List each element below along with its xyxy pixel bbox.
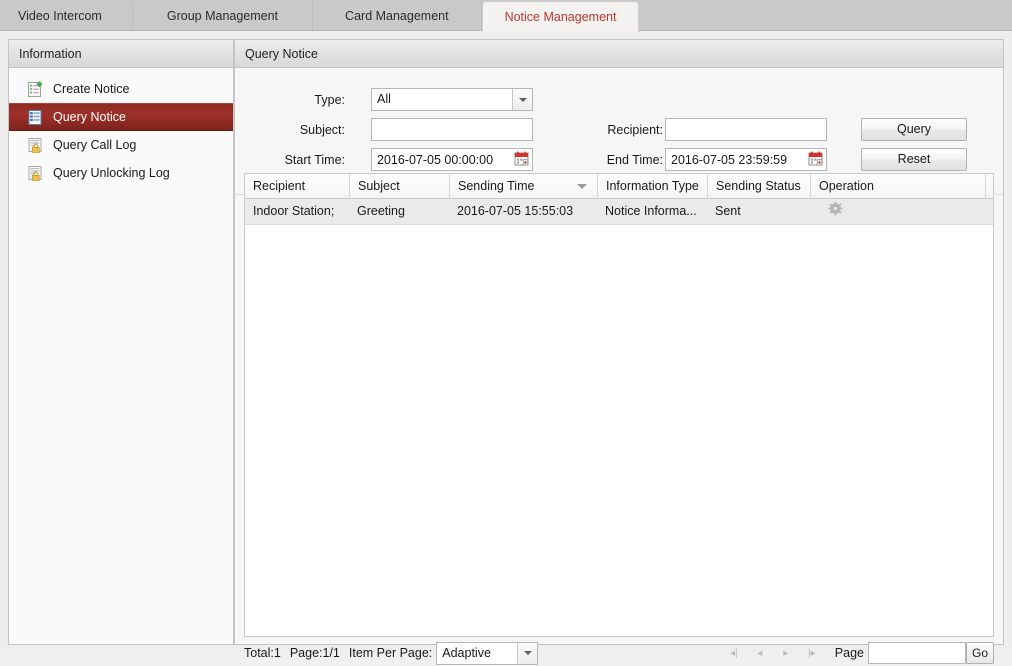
item-per-page-select[interactable]: Adaptive [436,641,539,665]
first-page-icon[interactable]: ◂| [721,643,747,663]
page-navigation: ◂| ◂ ▸ |▸ Page Go [721,642,994,664]
information-panel: Information Create Notice Query Notice Q… [8,39,234,645]
calendar-icon[interactable] [808,151,824,167]
page-input[interactable] [867,642,966,664]
chevron-down-icon [517,642,538,664]
sidebar-menu: Create Notice Query Notice Query Call Lo… [9,68,233,187]
recipient-input[interactable] [665,118,827,141]
sort-descending-icon [577,183,587,189]
cell-sending-status: Sent [715,204,741,218]
sidebar-item-create-notice[interactable]: Create Notice [9,75,233,103]
cell-operation [810,199,985,224]
column-header-sending-status[interactable]: Sending Status [707,174,810,199]
type-select-value: All [377,92,391,106]
end-time-input[interactable] [665,148,827,171]
column-header-spacer [985,174,993,199]
tab-group-management[interactable]: Group Management [133,1,314,31]
column-header-recipient[interactable]: Recipient [245,174,349,199]
page-label: Page [834,646,864,660]
subject-label: Subject: [299,123,345,137]
recipient-label: Recipient: [607,123,663,137]
tab-label: Video Intercom [18,9,102,23]
table-body: Indoor Station; Greeting 2016-07-05 15:5… [245,199,993,225]
go-button[interactable]: Go [965,642,994,664]
query-call-log-icon [27,137,44,154]
start-time-label: Start Time: [284,153,345,167]
sidebar-item-query-call-log[interactable]: Query Call Log [9,131,233,159]
sidebar-item-query-notice[interactable]: Query Notice [9,103,233,131]
gear-icon[interactable] [828,200,843,224]
column-header-operation[interactable]: Operation [810,174,985,199]
panel-title: Query Notice [245,47,318,61]
create-notice-icon [27,81,44,98]
sidebar-item-label: Query Call Log [53,137,137,152]
tab-video-intercom[interactable]: Video Intercom [0,1,133,31]
type-select[interactable]: All [371,88,533,111]
subject-input[interactable] [371,118,533,141]
sidebar-item-label: Query Notice [53,109,126,124]
column-header-label: Subject [358,178,400,193]
tab-strip: Video Intercom Group Management Card Man… [0,0,1012,32]
cell-subject: Greeting [357,204,405,218]
column-header-label: Sending Status [716,178,801,193]
query-notice-panel: Query Notice Type: All Subject: Recipien… [234,39,1004,665]
cell-information-type: Notice Informa... [605,204,697,218]
query-button[interactable]: Query [861,118,967,141]
column-header-label: Sending Time [458,178,535,193]
table-header-row: Recipient Subject Sending Time Informati… [245,174,993,199]
last-page-icon[interactable]: |▸ [799,643,825,663]
query-notice-panel-header: Query Notice [235,40,1003,68]
page-indicator: Page:1/1 [289,646,340,660]
table-row[interactable]: Indoor Station; Greeting 2016-07-05 15:5… [245,199,993,225]
query-unlocking-log-icon [27,165,44,182]
cell-recipient: Indoor Station; [253,204,335,218]
chevron-down-icon [512,89,532,110]
prev-page-icon[interactable]: ◂ [747,643,773,663]
column-header-information-type[interactable]: Information Type [597,174,707,199]
end-time-field[interactable] [665,148,827,171]
pagination-bar: Total:1 Page:1/1 Item Per Page: Adaptive… [244,640,994,666]
cell-sending-time: 2016-07-05 15:55:03 [457,204,574,218]
total-count: Total:1 [244,646,281,660]
start-time-field[interactable] [371,148,533,171]
information-panel-header: Information [9,40,233,68]
column-header-subject[interactable]: Subject [349,174,449,199]
type-label: Type: [314,93,345,107]
tab-label: Card Management [345,9,449,23]
tab-card-management[interactable]: Card Management [313,1,482,31]
information-panel-title: Information [19,47,82,61]
sidebar-item-label: Query Unlocking Log [53,165,170,180]
item-per-page-value: Adaptive [442,645,491,660]
reset-button[interactable]: Reset [861,148,967,171]
tab-label: Group Management [166,9,279,23]
query-notice-icon [27,109,44,126]
notice-table: Recipient Subject Sending Time Informati… [244,173,994,637]
column-header-label: Operation [819,178,874,193]
next-page-icon[interactable]: ▸ [773,643,799,663]
column-header-sending-time[interactable]: Sending Time [449,174,597,199]
item-per-page-label: Item Per Page: [348,646,433,660]
end-time-label: End Time: [606,153,663,167]
sidebar-item-query-unlocking-log[interactable]: Query Unlocking Log [9,159,233,187]
tab-notice-management[interactable]: Notice Management [481,1,640,32]
calendar-icon[interactable] [514,151,530,167]
main-tab-bar: Video Intercom Group Management Card Man… [0,0,1012,32]
workspace: Information Create Notice Query Notice Q… [0,31,1012,665]
start-time-input[interactable] [371,148,533,171]
column-header-label: Recipient [253,178,306,193]
sidebar-item-label: Create Notice [53,81,130,96]
tab-label: Notice Management [504,10,617,24]
column-header-label: Information Type [606,178,699,193]
